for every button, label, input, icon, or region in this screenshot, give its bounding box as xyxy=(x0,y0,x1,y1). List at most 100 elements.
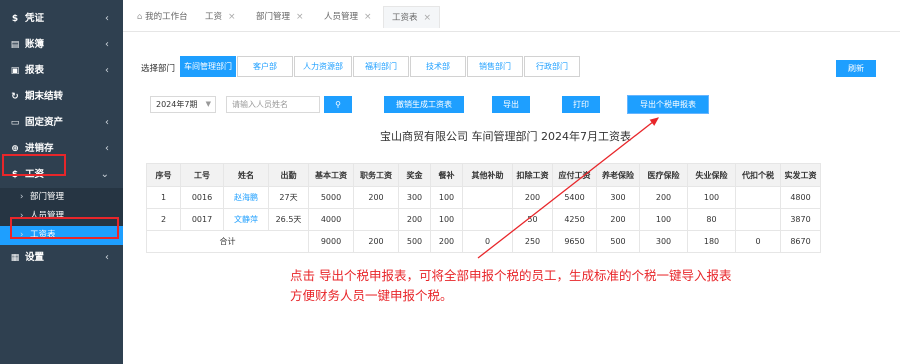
table-cell: 8670 xyxy=(780,230,821,253)
search-input[interactable]: 请输入人员姓名 xyxy=(226,96,320,113)
column-header: 扣除工资 xyxy=(512,163,553,187)
table-cell: 200 xyxy=(596,208,640,231)
column-header: 失业保险 xyxy=(687,163,736,187)
table-row: 1 0016 赵海鹏 27天 5000 200 300 100 200 5400… xyxy=(146,186,821,209)
table-cell: 250 xyxy=(512,230,553,253)
sidebar-item-label: 凭证 xyxy=(25,13,45,24)
dept-button[interactable]: 福利部门 xyxy=(353,56,409,77)
table-cell xyxy=(462,208,513,231)
grid-icon: ▦ xyxy=(10,253,20,263)
table-cell xyxy=(735,208,781,231)
dept-label: 选择部门 xyxy=(141,64,176,74)
dept-button[interactable]: 客户部 xyxy=(237,56,293,77)
tab-bar: ⌂ 我的工作台 工资 × 部门管理 × 人员管理 × 工资表 × xyxy=(123,0,900,32)
column-header: 其他补助 xyxy=(462,163,513,187)
table-cell: 100 xyxy=(687,186,736,209)
tab-salary[interactable]: 工资 × xyxy=(197,6,244,28)
close-icon[interactable]: × xyxy=(364,12,372,22)
period-select[interactable]: 2024年7期 ▼ xyxy=(150,96,216,113)
column-header: 代扣个税 xyxy=(735,163,781,187)
table-cell: 200 xyxy=(353,230,399,253)
sidebar-item-voucher[interactable]: $ 凭证 ‹ xyxy=(0,6,123,32)
highlight-box-salary xyxy=(2,154,66,176)
revoke-button[interactable]: 撤销生成工资表 xyxy=(384,96,464,113)
annotation-line: 方便财务人员一键申报个税。 xyxy=(290,288,453,303)
tab-label: 人员管理 xyxy=(324,12,359,22)
tab-payroll[interactable]: 工资表 × xyxy=(383,6,441,28)
chevron-left-icon: ‹ xyxy=(105,252,109,263)
table-cell: 4250 xyxy=(552,208,597,231)
sidebar-item-settings[interactable]: ▦ 设置 ‹ xyxy=(0,245,123,271)
sidebar-item-label: 设置 xyxy=(25,252,45,263)
chevron-left-icon: ‹ xyxy=(105,65,109,76)
dept-button[interactable]: 销售部门 xyxy=(467,56,523,77)
column-header: 序号 xyxy=(146,163,181,187)
sidebar-item-label: 报表 xyxy=(25,65,45,76)
dept-button[interactable]: 人力资源部 xyxy=(294,56,352,77)
tab-dept[interactable]: 部门管理 × xyxy=(248,6,312,28)
tab-home[interactable]: ⌂ 我的工作台 xyxy=(129,6,196,28)
column-header: 姓名 xyxy=(223,163,269,187)
column-header: 医疗保险 xyxy=(639,163,688,187)
table-cell: 200 xyxy=(430,230,463,253)
monitor-icon: ▭ xyxy=(10,118,20,128)
table-cell: 5000 xyxy=(308,186,354,209)
search-button[interactable]: ⚲ xyxy=(324,96,352,113)
close-icon[interactable]: × xyxy=(296,12,304,22)
chevron-left-icon: ‹ xyxy=(105,143,109,154)
annotation-line: 点击 导出个税申报表，可将全部申报个税的员工，生成标准的个税一键导入报表 xyxy=(290,268,732,283)
dept-button[interactable]: 技术部 xyxy=(410,56,466,77)
table-cell: 2 xyxy=(146,208,181,231)
table-cell: 26.5天 xyxy=(268,208,309,231)
table-cell xyxy=(462,186,513,209)
export-tax-button[interactable]: 导出个税申报表 xyxy=(627,95,709,114)
table-cell: 0017 xyxy=(180,208,224,231)
refresh-icon: ↻ xyxy=(11,92,19,102)
table-cell: 0 xyxy=(462,230,513,253)
sidebar-item-report[interactable]: ▣ 报表 ‹ xyxy=(0,58,123,84)
sidebar: $ 凭证 ‹ ▤ 账簿 ‹ ▣ 报表 ‹ ↻ 期末结转 ▭ 固定资产 ‹ ⊕ 进销存 ‹ $ 工资 ⌄ ›… xyxy=(0,0,123,364)
column-header: 养老保险 xyxy=(596,163,640,187)
period-value: 2024年7期 xyxy=(156,100,198,109)
table-cell: 9000 xyxy=(308,230,354,253)
column-header: 实发工资 xyxy=(780,163,821,187)
column-header: 工号 xyxy=(180,163,224,187)
sidebar-subitem-label: 部门管理 xyxy=(30,192,65,202)
sidebar-item-ledger[interactable]: ▤ 账簿 ‹ xyxy=(0,32,123,58)
table-cell: 0016 xyxy=(180,186,224,209)
table-cell: 200 xyxy=(639,186,688,209)
sidebar-subitem-dept[interactable]: › 部门管理 xyxy=(0,188,123,207)
table-cell xyxy=(735,186,781,209)
table-cell: 0 xyxy=(735,230,781,253)
table-cell: 100 xyxy=(430,208,463,231)
table-cell: 180 xyxy=(687,230,736,253)
close-icon[interactable]: × xyxy=(424,13,432,23)
table-cell: 300 xyxy=(596,186,640,209)
sidebar-item-label: 账簿 xyxy=(25,39,45,50)
close-icon[interactable]: × xyxy=(228,12,236,22)
chevron-down-icon: ⌄ xyxy=(100,169,109,180)
table-cell: 1 xyxy=(146,186,181,209)
highlight-box-payroll xyxy=(10,217,119,239)
payroll-table: 序号 工号 姓名 出勤 基本工资 职务工资 奖金 餐补 其他补助 扣除工资 应付… xyxy=(146,163,821,253)
sidebar-item-period-end[interactable]: ↻ 期末结转 xyxy=(0,84,123,110)
tab-label: 我的工作台 xyxy=(145,12,188,22)
tab-label: 工资表 xyxy=(392,13,418,23)
employee-name-link[interactable]: 赵海鹏 xyxy=(223,186,269,209)
report-title: 宝山商贸有限公司 车间管理部门 2024年7月工资表 xyxy=(380,130,631,143)
table-cell: 500 xyxy=(596,230,640,253)
dept-button[interactable]: 行政部门 xyxy=(524,56,580,77)
table-cell: 9650 xyxy=(552,230,597,253)
employee-name-link[interactable]: 文静萍 xyxy=(223,208,269,231)
print-button[interactable]: 打印 xyxy=(562,96,600,113)
table-header-row: 序号 工号 姓名 出勤 基本工资 职务工资 奖金 餐补 其他补助 扣除工资 应付… xyxy=(146,163,821,187)
book-icon: ▤ xyxy=(10,40,20,50)
tab-staff[interactable]: 人员管理 × xyxy=(316,6,380,28)
export-button[interactable]: 导出 xyxy=(492,96,530,113)
column-header: 出勤 xyxy=(268,163,309,187)
sidebar-item-fixed-assets[interactable]: ▭ 固定资产 ‹ xyxy=(0,110,123,136)
refresh-button[interactable]: 刷新 xyxy=(836,60,876,77)
table-cell: 3870 xyxy=(780,208,821,231)
dept-button[interactable]: 车间管理部门 xyxy=(180,56,236,77)
total-label: 合计 xyxy=(146,230,309,253)
